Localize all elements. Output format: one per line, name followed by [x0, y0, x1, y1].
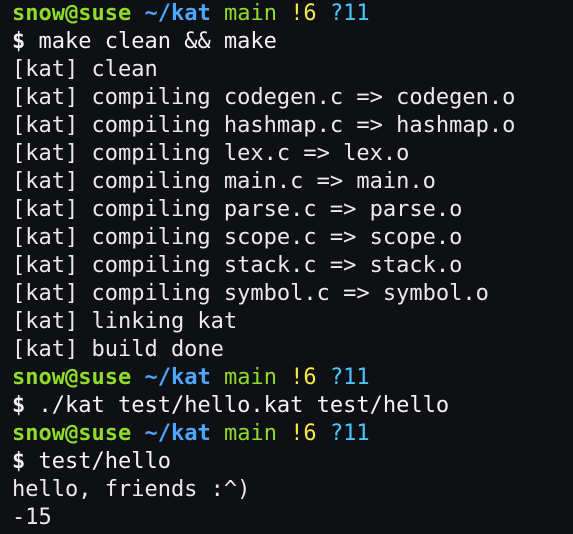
prompt-user-host: snow@suse: [12, 365, 132, 390]
output-line: [kat] compiling codegen.c => codegen.o: [12, 84, 573, 112]
output-line: [kat] compiling stack.c => stack.o: [12, 252, 573, 280]
prompt-line: snow@suse ~/kat main !6 ?11: [12, 420, 573, 448]
output-line: [kat] compiling lex.c => lex.o: [12, 140, 573, 168]
prompt-user-host: snow@suse: [12, 421, 132, 446]
terminal-window[interactable]: snow@suse ~/kat main !6 ?11 $ make clean …: [0, 0, 573, 534]
prompt-dollar-symbol: $: [12, 393, 26, 418]
output-text: [kat] compiling main.c => main.o: [12, 169, 436, 194]
output-line: -15: [12, 504, 573, 532]
output-line: [kat] compiling hashmap.c => hashmap.o: [12, 112, 573, 140]
output-text: [kat] compiling symbol.c => symbol.o: [12, 281, 489, 306]
command-text: make clean && make: [38, 29, 277, 54]
prompt-git-branch: main: [223, 421, 277, 446]
output-text: -15: [12, 505, 52, 530]
output-line: [kat] linking kat: [12, 308, 573, 336]
output-text: [kat] linking kat: [12, 309, 238, 334]
output-line: [kat] compiling scope.c => scope.o: [12, 224, 573, 252]
prompt-git-untracked-count: ?11: [329, 421, 370, 446]
prompt-git-branch: main: [223, 1, 277, 26]
command-text: test/hello: [38, 449, 171, 474]
prompt-git-untracked-count: ?11: [329, 1, 370, 26]
output-text: [kat] compiling scope.c => scope.o: [12, 225, 463, 250]
output-text: [kat] compiling stack.c => stack.o: [12, 253, 463, 278]
prompt-git-untracked-count: ?11: [329, 365, 370, 390]
command-line: $ ./kat test/hello.kat test/hello: [12, 392, 573, 420]
output-text: [kat] compiling hashmap.c => hashmap.o: [12, 113, 516, 138]
output-text: [kat] clean: [12, 57, 158, 82]
output-line: [kat] compiling parse.c => parse.o: [12, 196, 573, 224]
output-line: [kat] compiling symbol.c => symbol.o: [12, 280, 573, 308]
prompt-path: ~/kat: [144, 1, 211, 26]
output-line: [kat] compiling main.c => main.o: [12, 168, 573, 196]
output-text: [kat] build done: [12, 337, 224, 362]
output-line: [kat] clean: [12, 56, 573, 84]
output-line: hello, friends :^): [12, 476, 573, 504]
prompt-dollar-symbol: $: [12, 449, 26, 474]
prompt-path: ~/kat: [144, 421, 211, 446]
prompt-dollar-symbol: $: [12, 29, 26, 54]
command-text: ./kat test/hello.kat test/hello: [38, 393, 450, 418]
prompt-path: ~/kat: [144, 365, 211, 390]
command-line: $ test/hello: [12, 448, 573, 476]
prompt-git-branch: main: [223, 365, 277, 390]
output-text: hello, friends :^): [12, 477, 251, 502]
output-line: [kat] build done: [12, 336, 573, 364]
output-text: [kat] compiling lex.c => lex.o: [12, 141, 410, 166]
command-line: $ make clean && make: [12, 28, 573, 56]
terminal-content: snow@suse ~/kat main !6 ?11 $ make clean …: [12, 0, 573, 532]
prompt-git-modified-count: !6: [290, 365, 317, 390]
output-text: [kat] compiling parse.c => parse.o: [12, 197, 463, 222]
output-text: [kat] compiling codegen.c => codegen.o: [12, 85, 516, 110]
prompt-user-host: snow@suse: [12, 1, 132, 26]
prompt-git-modified-count: !6: [290, 1, 317, 26]
prompt-line: snow@suse ~/kat main !6 ?11: [12, 0, 573, 28]
prompt-line: snow@suse ~/kat main !6 ?11: [12, 364, 573, 392]
prompt-git-modified-count: !6: [290, 421, 317, 446]
